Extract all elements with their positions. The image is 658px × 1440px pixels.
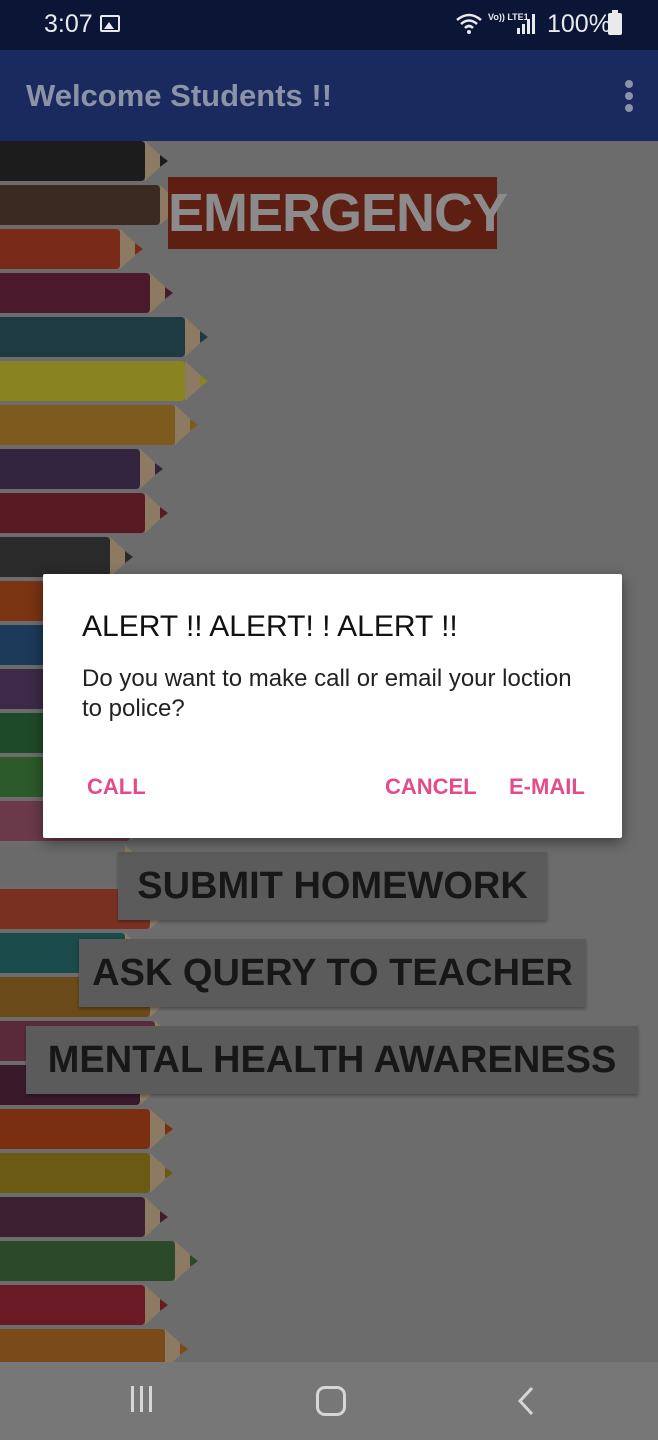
recents-icon[interactable] <box>131 1386 159 1416</box>
battery-percentage: 100% <box>547 10 611 38</box>
call-button[interactable]: CALL <box>87 774 146 800</box>
mental-health-button[interactable]: MENTAL HEALTH AWARENESS <box>26 1026 638 1094</box>
dialog-message: Do you want to make call or email your l… <box>82 665 572 722</box>
emergency-button[interactable]: EMERGENCY <box>168 177 508 249</box>
back-icon[interactable] <box>512 1384 542 1418</box>
ask-query-button[interactable]: ASK QUERY TO TEACHER <box>79 939 586 1007</box>
wifi-icon <box>456 13 482 34</box>
dialog-title: ALERT !! ALERT! ! ALERT !! <box>82 610 458 643</box>
home-icon[interactable] <box>316 1386 346 1416</box>
email-button[interactable]: E-MAIL <box>509 774 585 800</box>
submit-homework-button[interactable]: SUBMIT HOMEWORK <box>118 852 547 920</box>
gallery-notification-icon <box>100 15 120 32</box>
signal-icon <box>517 14 535 34</box>
app-bar: Welcome Students !! <box>0 50 658 141</box>
navigation-bar <box>0 1362 658 1440</box>
app-title: Welcome Students !! <box>26 78 333 113</box>
status-time: 3:07 <box>44 10 93 38</box>
battery-icon <box>608 10 622 35</box>
alert-dialog: ALERT !! ALERT! ! ALERT !! Do you want t… <box>43 574 622 838</box>
cancel-button[interactable]: CANCEL <box>385 774 477 800</box>
status-bar: 3:07 Vo)) LTE1 100% <box>0 0 658 50</box>
overflow-menu-icon[interactable] <box>620 80 638 114</box>
